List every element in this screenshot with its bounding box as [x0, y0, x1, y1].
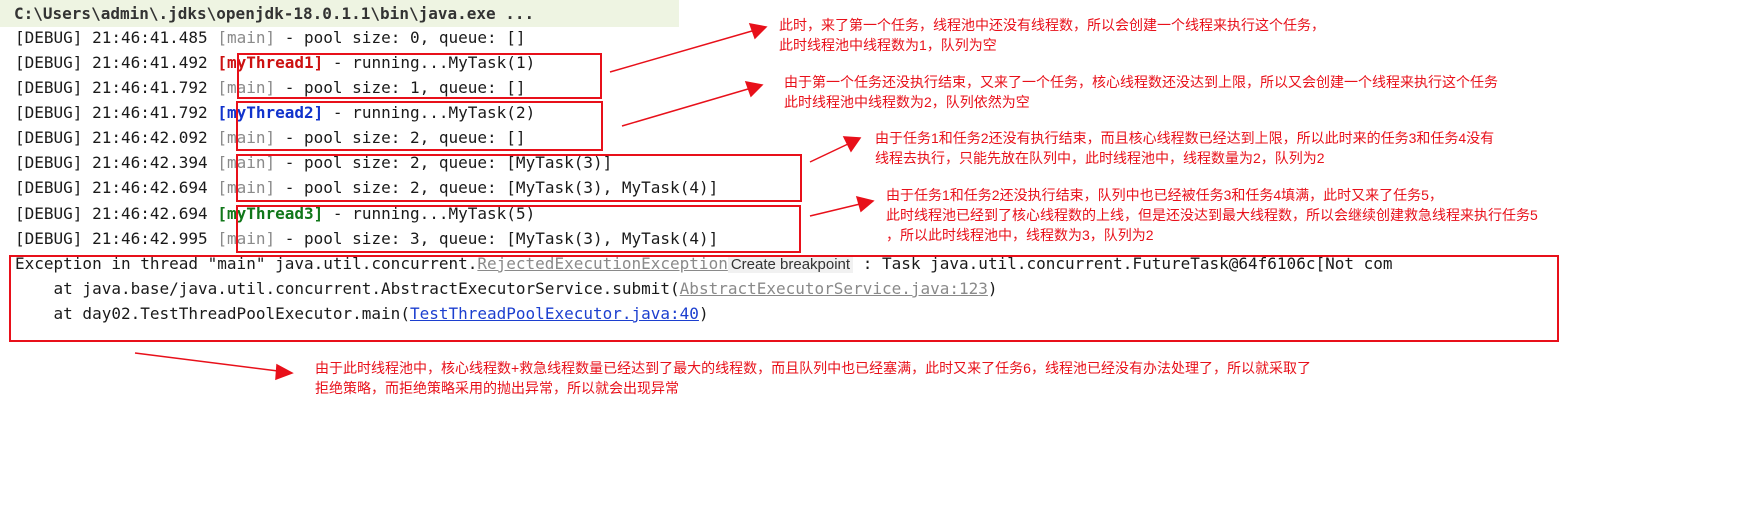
arrow-head — [744, 81, 764, 98]
arrow-line — [609, 30, 753, 73]
arrow-head — [855, 195, 875, 213]
arrow-line — [809, 203, 861, 217]
annotation-arrows — [134, 23, 875, 381]
arrow-line — [134, 352, 279, 372]
arrow-head — [275, 363, 294, 381]
arrow-head — [748, 23, 768, 40]
arrow-line — [621, 88, 749, 127]
arrow-line — [809, 143, 849, 163]
